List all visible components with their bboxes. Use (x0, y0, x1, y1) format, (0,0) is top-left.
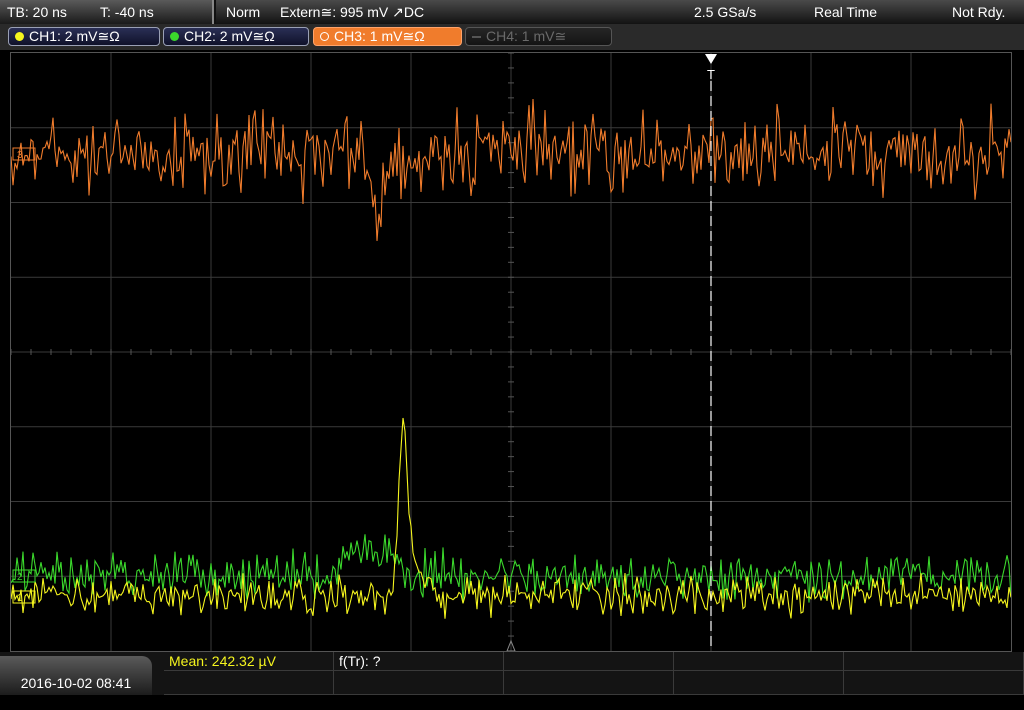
timebase-box[interactable]: TB: 20 ns T: -40 ns (0, 0, 214, 24)
waveform-canvas: 3 2 1 T (11, 53, 1011, 651)
measurement-slot-6 (164, 671, 334, 695)
measurement-slot-9 (674, 671, 844, 695)
channel-1-label: CH1: 2 mV≅Ω (29, 28, 120, 44)
channel-3-marker-label: 3 (17, 150, 23, 161)
channel-3-dot-icon (320, 32, 329, 41)
channel-2-label: CH2: 2 mV≅Ω (184, 28, 275, 44)
channel-1-dot-icon (15, 32, 24, 41)
bottom-bar: 2016-10-02 08:41 Mean: 242.32 µV f(Tr): … (0, 652, 1024, 695)
channel-4-off-icon (472, 36, 481, 38)
measurement-slot-5 (844, 652, 1024, 671)
channel-3-tab[interactable]: CH3: 1 mV≅Ω (313, 27, 462, 46)
datetime-label: 2016-10-02 08:41 (20, 675, 132, 691)
measurement-slot-4 (674, 652, 844, 671)
channel-2-dot-icon (170, 32, 179, 41)
measurement-slot-3 (504, 652, 674, 671)
timebase-label: TB: 20 ns (7, 4, 67, 20)
trigger-marker-label: T (707, 67, 715, 82)
trigger-position-arrow-icon[interactable] (705, 54, 717, 64)
trigger-mode-label: Norm (226, 4, 261, 20)
trigger-time-label: T: -40 ns (100, 4, 154, 20)
channel-1-tab[interactable]: CH1: 2 mV≅Ω (8, 27, 160, 46)
status-label: Not Rdy. (952, 4, 1006, 20)
graticule (11, 53, 1011, 651)
channel-4-tab[interactable]: CH4: 1 mV≅ (465, 27, 612, 46)
ftr-measurement: f(Tr): ? (334, 652, 504, 671)
datetime-box[interactable]: 2016-10-02 08:41 (0, 656, 152, 695)
mean-measurement: Mean: 242.32 µV (164, 652, 334, 671)
trigger-status-box[interactable]: Norm Extern≅: 995 mV ↗DC 2.5 GSa/s Real … (216, 0, 1024, 24)
channel-4-label: CH4: 1 mV≅ (486, 28, 567, 44)
channel-3-label: CH3: 1 mV≅Ω (334, 28, 425, 44)
channel-2-marker-label: 2 (17, 572, 23, 583)
measurement-slot-10 (844, 671, 1024, 695)
measurement-panel[interactable]: Mean: 242.32 µV f(Tr): ? (164, 652, 1024, 695)
channel-1-marker-label: 1 (17, 593, 23, 604)
sample-rate-label: 2.5 GSa/s (694, 4, 757, 20)
channel-bar: CH1: 2 mV≅Ω CH2: 2 mV≅Ω CH3: 1 mV≅Ω CH4:… (0, 24, 1024, 50)
measurement-slot-7 (334, 671, 504, 695)
channel-2-tab[interactable]: CH2: 2 mV≅Ω (163, 27, 309, 46)
top-status-bar: TB: 20 ns T: -40 ns Norm Extern≅: 995 mV… (0, 0, 1024, 24)
trigger-source-label: Extern≅: 995 mV ↗DC (280, 4, 425, 20)
acquisition-mode-label: Real Time (814, 4, 878, 20)
measurement-slot-8 (504, 671, 674, 695)
waveform-display[interactable]: 3 2 1 T (10, 52, 1012, 652)
